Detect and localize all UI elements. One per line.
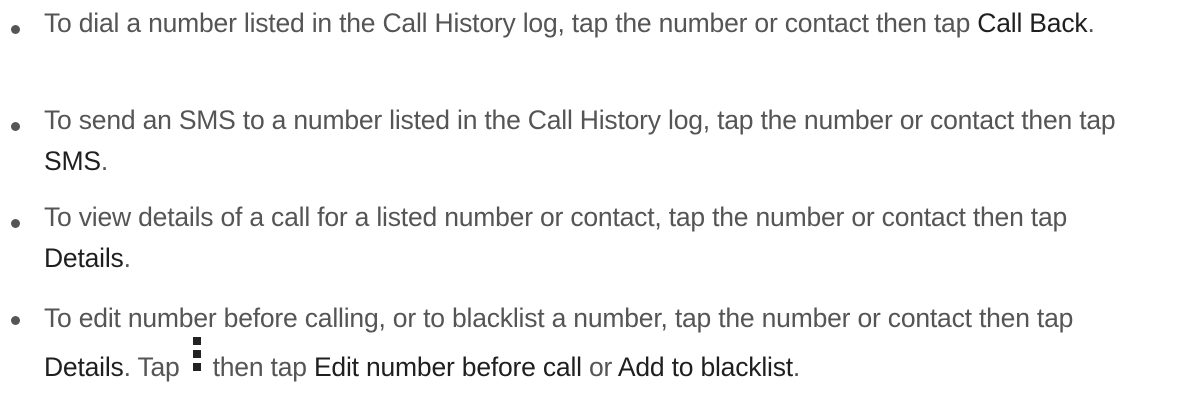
bullet-icon [11,316,20,325]
item-text-end: . [1087,8,1095,38]
bullet-icon [11,122,20,131]
ui-term-add-to-blacklist: Add to blacklist [617,352,793,382]
item-text: To dial a number listed in the Call Hist… [44,8,978,38]
instructions-document: To dial a number listed in the Call Hist… [0,0,1179,405]
list-item-text: To view details of a call for a listed n… [44,197,1154,279]
ui-term-edit-number-before-call: Edit number before call [313,352,582,382]
item-text-end: . [123,243,131,273]
item-text: or [581,352,618,382]
ui-term-call-back: Call Back [977,8,1088,38]
list-item-text: To edit number before calling, or to bla… [44,294,1154,392]
item-text: To send an SMS to a number listed in the… [44,105,1116,135]
ui-term-sms: SMS [44,146,101,176]
item-text: then tap [212,352,314,382]
item-text-end: . [100,146,108,176]
item-text: . Tap [123,352,180,382]
list-item-text: To dial a number listed in the Call Hist… [44,3,1154,44]
item-text: To view details of a call for a listed n… [44,202,1068,232]
bullet-icon [11,219,20,228]
more-vertical-icon [190,337,204,378]
list-item-text: To send an SMS to a number listed in the… [44,100,1154,182]
bullet-icon [11,25,20,34]
ui-term-details: Details [44,352,124,382]
ui-term-details: Details [44,243,124,273]
item-text: To edit number before calling, or to bla… [44,303,1074,333]
item-text-end: . [792,352,801,382]
